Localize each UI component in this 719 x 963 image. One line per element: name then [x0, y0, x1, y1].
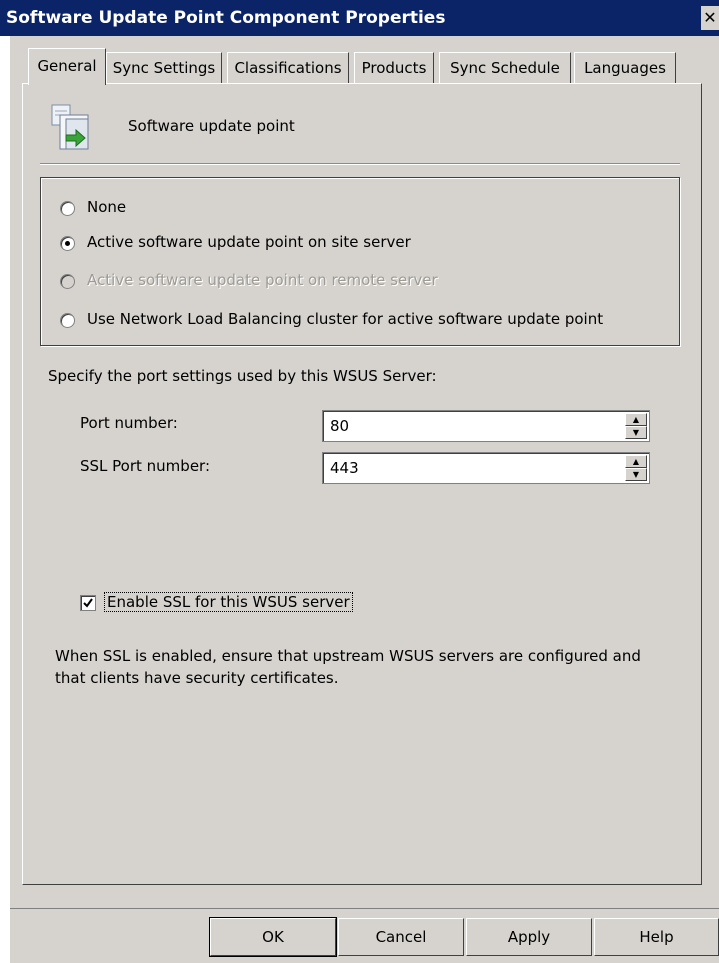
header-separator — [40, 163, 680, 165]
radio-button[interactable] — [60, 313, 75, 328]
tab-languages[interactable]: Languages — [574, 52, 676, 83]
spin-buttons: ▲ ▼ — [625, 413, 647, 439]
tab-general[interactable]: General — [28, 48, 106, 85]
help-button[interactable]: Help — [594, 918, 719, 956]
enable-ssl-label[interactable]: Enable SSL for this WSUS server — [104, 592, 353, 612]
radio-label: Active software update point on remote s… — [87, 271, 438, 289]
ok-button[interactable]: OK — [209, 917, 337, 957]
ssl-port-number-value[interactable]: 443 — [330, 459, 359, 477]
radio-label[interactable]: None — [87, 198, 126, 216]
spin-down-icon[interactable]: ▼ — [625, 426, 647, 439]
close-icon[interactable]: ✕ — [701, 6, 719, 30]
spin-down-icon[interactable]: ▼ — [625, 468, 647, 481]
enable-ssl-checkbox[interactable] — [80, 595, 96, 611]
cancel-button[interactable]: Cancel — [338, 918, 464, 956]
spin-up-icon[interactable]: ▲ — [625, 455, 647, 468]
tab-classifications[interactable]: Classifications — [227, 52, 349, 83]
apply-button[interactable]: Apply — [466, 918, 592, 956]
radio-label[interactable]: Use Network Load Balancing cluster for a… — [87, 310, 603, 328]
ssl-port-number-stepper[interactable]: 443 ▲ ▼ — [322, 452, 650, 484]
port-settings-caption: Specify the port settings used by this W… — [48, 367, 437, 385]
software-update-point-icon — [50, 103, 96, 153]
properties-dialog: Software Update Point Component Properti… — [0, 0, 719, 963]
radio-button — [60, 274, 75, 289]
window-border — [0, 36, 10, 963]
title-bar[interactable]: Software Update Point Component Properti… — [0, 0, 719, 36]
radio-label[interactable]: Active software update point on site ser… — [87, 233, 411, 251]
radio-button[interactable] — [60, 236, 75, 251]
port-number-label: Port number: — [80, 414, 178, 432]
ssl-port-number-label: SSL Port number: — [80, 457, 211, 475]
spin-buttons: ▲ ▼ — [625, 455, 647, 481]
port-number-stepper[interactable]: 80 ▲ ▼ — [322, 410, 650, 442]
tab-sync-settings[interactable]: Sync Settings — [106, 52, 222, 83]
checkmark-icon — [83, 598, 93, 608]
tab-products[interactable]: Products — [354, 52, 434, 83]
spin-up-icon[interactable]: ▲ — [625, 413, 647, 426]
radio-button[interactable] — [60, 201, 75, 216]
header-label: Software update point — [128, 117, 295, 135]
tab-sync-schedule[interactable]: Sync Schedule — [439, 52, 571, 83]
ssl-note-text: When SSL is enabled, ensure that upstrea… — [55, 647, 641, 687]
window-title: Software Update Point Component Properti… — [6, 8, 446, 28]
port-number-value[interactable]: 80 — [330, 417, 349, 435]
